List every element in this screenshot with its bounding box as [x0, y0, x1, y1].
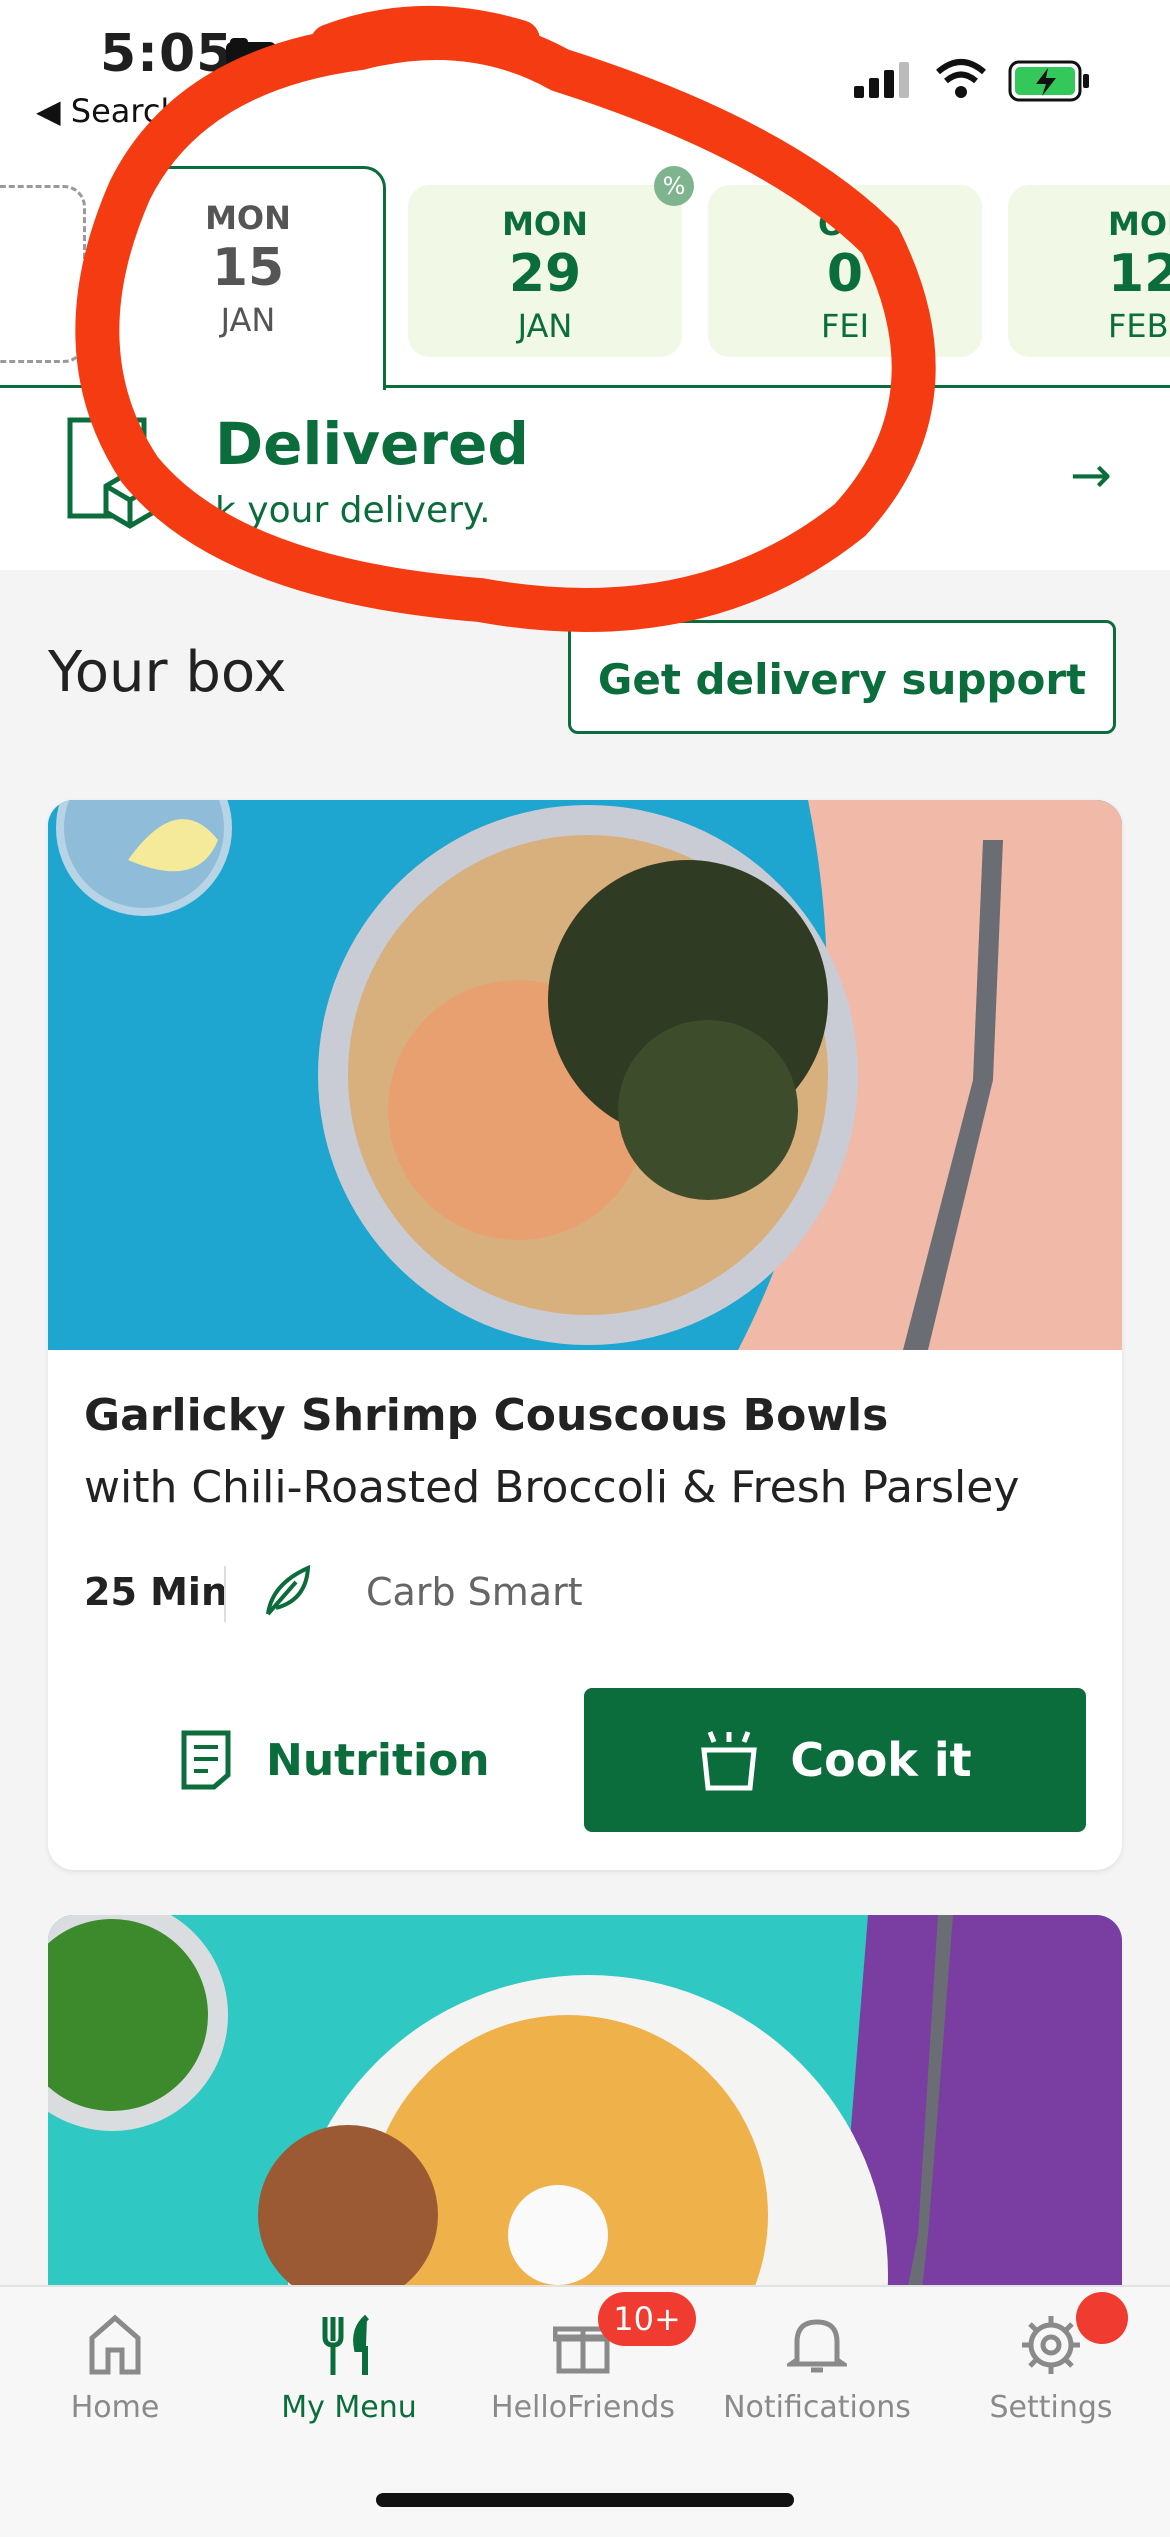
fork-knife-icon [322, 2314, 370, 2375]
nutrition-button[interactable]: Nutrition [180, 1690, 520, 1830]
date-dow: MON [1108, 205, 1170, 243]
tab-label: Notifications [723, 2390, 911, 2425]
section-title: Your box [48, 640, 287, 705]
delivery-status-banner[interactable] [0, 390, 1170, 570]
date-card-previous[interactable] [0, 185, 86, 363]
tab-settings[interactable]: Settings [941, 2300, 1161, 2425]
home-icon [89, 2314, 141, 2375]
tab-home[interactable]: Home [5, 2300, 225, 2425]
date-dow: MON [205, 199, 291, 237]
delivery-status-subtitle: k your delivery. [215, 490, 491, 531]
cook-it-button[interactable]: Cook it [584, 1688, 1086, 1832]
arrow-right-icon[interactable]: → [1070, 446, 1112, 504]
pot-icon [701, 1731, 758, 1791]
date-dow: ON [818, 205, 872, 243]
tab-notifications[interactable]: Notifications [707, 2300, 927, 2425]
tab-my-menu[interactable]: My Menu [239, 2300, 459, 2425]
tab-label: HelloFriends [491, 2390, 675, 2425]
gear-icon [1022, 2316, 1080, 2374]
delivery-status-title: Delivered [215, 410, 529, 478]
date-card-feb[interactable]: ON 0 FEI [708, 185, 982, 357]
nutrition-label: Nutrition [266, 1734, 490, 1786]
date-month: FEB [1108, 307, 1169, 345]
recipe-photo-shrimp-bowl[interactable] [48, 800, 1122, 1350]
date-day: 15 [211, 238, 285, 298]
date-month: FEI [820, 307, 870, 345]
recipe-cook-time: 25 Min [84, 1570, 229, 1614]
date-month: JAN [517, 307, 573, 345]
date-day: 12 [1108, 244, 1170, 304]
wifi-icon [936, 59, 986, 98]
leaf-feather-icon [266, 1564, 311, 1616]
battery-charging-icon [1008, 60, 1089, 102]
date-day: 29 [508, 244, 582, 304]
bell-icon [787, 2319, 847, 2373]
nutrition-document-icon [181, 1730, 231, 1790]
home-indicator[interactable] [376, 2493, 794, 2507]
recipe-subtitle: with Chili-Roasted Broccoli & Fresh Pars… [84, 1462, 1020, 1513]
cook-it-label: Cook it [790, 1733, 972, 1787]
tab-label: Home [70, 2390, 160, 2425]
date-day: 0 [826, 244, 864, 304]
delivery-support-button[interactable]: Get delivery support [568, 620, 1116, 734]
delivered-box-icon [67, 417, 157, 529]
tab-label: Settings [989, 2390, 1113, 2425]
date-dow: MON [502, 205, 588, 243]
date-card-feb-12[interactable]: MON 12 FEB [1008, 185, 1170, 357]
date-month: JAN [220, 301, 276, 339]
strip-underline-right [378, 385, 1170, 388]
recipe-title: Garlicky Shrimp Couscous Bowls [84, 1390, 889, 1441]
meta-divider [224, 1566, 226, 1622]
recipe-tag: Carb Smart [366, 1570, 583, 1614]
date-card-selected[interactable]: MON 15 JAN [110, 166, 386, 391]
tab-label: My Menu [281, 2390, 417, 2425]
status-time: 5:05 [100, 24, 234, 84]
cellular-signal-icon [854, 62, 909, 98]
settings-notification-dot [1076, 2292, 1128, 2344]
hellofriends-badge: 10+ [598, 2292, 696, 2346]
date-card-jan-29[interactable]: MON 29 JAN [408, 185, 682, 357]
back-to-search-link[interactable]: ◀ Search [36, 92, 181, 130]
sleep-bed-icon [226, 38, 276, 66]
discount-badge-icon: % [654, 166, 694, 206]
